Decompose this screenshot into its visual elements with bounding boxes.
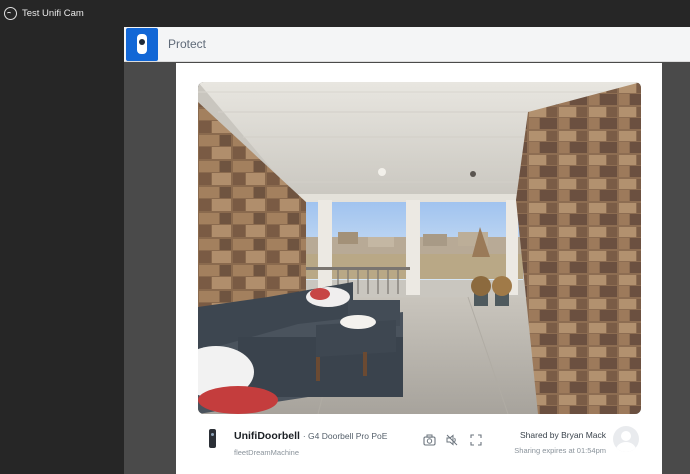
- protect-window: Protect UnifiDoorbell · G4 Doorbell Pro …: [124, 27, 690, 474]
- mute-icon: [446, 434, 458, 446]
- avatar[interactable]: [613, 426, 639, 452]
- camera-info-bar: UnifiDoorbell · G4 Doorbell Pro PoE flee…: [198, 414, 641, 474]
- left-pane: [0, 27, 124, 474]
- camera-name-text: UnifiDoorbell: [234, 430, 300, 442]
- camera-host: fleetDreamMachine: [234, 448, 300, 457]
- fullscreen-button[interactable]: [469, 433, 483, 447]
- sharing-expires: Sharing expires at 01:54pm: [514, 446, 606, 455]
- camera-icon: [422, 434, 436, 446]
- snapshot-button[interactable]: [422, 433, 436, 447]
- camera-model: G4 Doorbell Pro PoE: [308, 431, 388, 441]
- app-logo-icon: [4, 7, 17, 20]
- protect-logo-icon[interactable]: [126, 27, 158, 61]
- camera-card: UnifiDoorbell · G4 Doorbell Pro PoE flee…: [176, 63, 662, 474]
- window-header: Protect: [124, 27, 690, 62]
- shared-by: Shared by Bryan Mack: [520, 430, 606, 440]
- camera-name: UnifiDoorbell · G4 Doorbell Pro PoE: [234, 430, 387, 442]
- mute-button[interactable]: [445, 433, 459, 447]
- fullscreen-icon: [470, 434, 482, 446]
- app-titlebar: Test Unifi Cam: [0, 0, 690, 27]
- doorbell-icon: [209, 429, 216, 448]
- app-title: Test Unifi Cam: [22, 8, 84, 19]
- camera-video-feed[interactable]: [198, 82, 641, 414]
- app-name: Protect: [168, 37, 207, 51]
